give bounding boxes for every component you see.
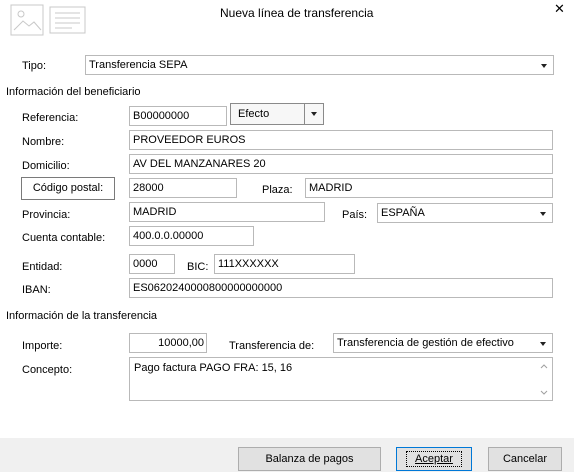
scroll-up-icon <box>540 364 548 369</box>
importe-field[interactable]: 10000,00 <box>129 333 207 353</box>
cuenta-contable-field[interactable]: 400.0.0.00000 <box>129 226 254 246</box>
cuenta-contable-label: Cuenta contable: <box>22 232 106 244</box>
nombre-field[interactable]: PROVEEDOR EUROS <box>129 130 553 150</box>
domicilio-field[interactable]: AV DEL MANZANARES 20 <box>129 154 553 174</box>
cancelar-button[interactable]: Cancelar <box>488 447 562 471</box>
transferencia-de-label: Transferencia de: <box>229 340 315 352</box>
importe-label: Importe: <box>22 340 63 352</box>
tipo-label: Tipo: <box>22 60 47 72</box>
concepto-textarea[interactable]: Pago factura PAGO FRA: 15, 16 <box>129 357 553 401</box>
tipo-select-value: Transferencia SEPA <box>89 59 188 71</box>
domicilio-label: Domicilio: <box>22 160 70 172</box>
iban-label: IBAN: <box>22 284 51 296</box>
dialog-logo-icon <box>10 4 88 38</box>
tipo-select[interactable]: Transferencia SEPA <box>85 55 554 75</box>
section-title-transferencia: Información de la transferencia <box>6 310 158 322</box>
codigo-postal-button[interactable]: Código postal: <box>21 177 115 200</box>
balanza-de-pagos-button[interactable]: Balanza de pagos <box>238 447 381 471</box>
aceptar-button[interactable]: Aceptar <box>396 447 472 471</box>
transferencia-de-select-value: Transferencia de gestión de efectivo <box>337 337 514 349</box>
codigo-postal-field[interactable]: 28000 <box>129 178 237 198</box>
iban-field[interactable]: ES0620240000800000000000 <box>129 278 553 298</box>
referencia-label: Referencia: <box>22 112 79 124</box>
chevron-down-icon <box>535 56 553 74</box>
transferencia-de-select[interactable]: Transferencia de gestión de efectivo <box>333 333 553 353</box>
plaza-label: Plaza: <box>262 184 293 196</box>
pais-select[interactable]: ESPAÑA <box>377 203 553 223</box>
entidad-field[interactable]: 0000 <box>129 254 175 274</box>
efecto-select-value: Efecto <box>238 108 270 120</box>
pais-select-value: ESPAÑA <box>381 207 425 219</box>
nombre-label: Nombre: <box>22 136 65 148</box>
concepto-text: Pago factura PAGO FRA: 15, 16 <box>134 362 293 374</box>
section-title-beneficiario: Información del beneficiario <box>6 86 141 98</box>
chevron-down-icon <box>534 204 552 222</box>
pais-label: País: <box>342 209 368 221</box>
referencia-field[interactable]: B00000000 <box>129 106 227 126</box>
chevron-down-icon <box>304 104 323 124</box>
bic-field[interactable]: 111XXXXXX <box>214 254 355 274</box>
aceptar-button-label: Aceptar <box>406 451 462 467</box>
close-icon[interactable]: ✕ <box>554 2 565 16</box>
scroll-down-icon <box>540 390 548 395</box>
chevron-down-icon <box>534 334 552 352</box>
dialog-title: Nueva línea de transferencia <box>220 6 374 20</box>
plaza-field[interactable]: MADRID <box>305 178 553 198</box>
provincia-label: Provincia: <box>22 209 71 221</box>
efecto-select[interactable]: Efecto <box>230 103 324 125</box>
concepto-label: Concepto: <box>22 364 73 376</box>
entidad-label: Entidad: <box>22 261 63 273</box>
bic-label: BIC: <box>187 261 209 273</box>
concepto-scrollbar[interactable] <box>536 358 552 400</box>
provincia-field[interactable]: MADRID <box>129 202 325 222</box>
